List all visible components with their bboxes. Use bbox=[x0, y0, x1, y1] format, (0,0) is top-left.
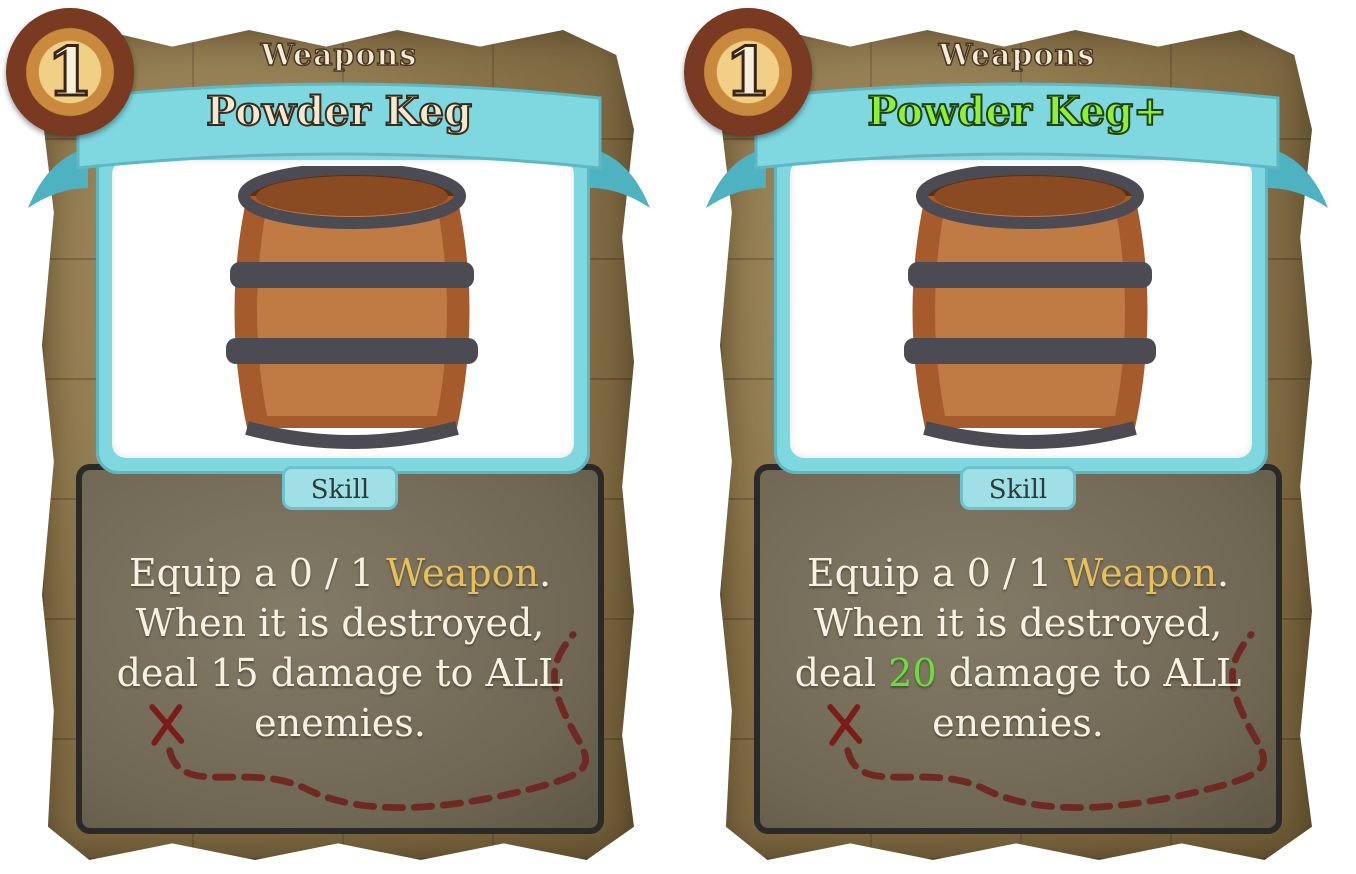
card-powder-keg[interactable]: 1 Weapons Powder Keg Skill Equip a 0 / 1… bbox=[0, 0, 678, 874]
card-description: Equip a 0 / 1 Weapon. When it is destroy… bbox=[76, 548, 604, 748]
desc-text: damage to ALL bbox=[258, 651, 564, 695]
card-description: Equip a 0 / 1 Weapon. When it is destroy… bbox=[754, 548, 1282, 748]
damage-value: 15 bbox=[210, 651, 259, 695]
cost-orb-icon: 1 bbox=[6, 8, 134, 136]
damage-value: 20 bbox=[888, 651, 937, 695]
card-kind-tag: Skill bbox=[282, 466, 398, 510]
desc-text: When it is destroyed, bbox=[135, 601, 545, 645]
keyword-weapon[interactable]: Weapon bbox=[386, 551, 539, 595]
desc-text: . bbox=[1216, 551, 1230, 595]
desc-text: enemies. bbox=[932, 701, 1104, 745]
desc-text: deal bbox=[116, 651, 211, 695]
desc-text: When it is destroyed, bbox=[813, 601, 1223, 645]
desc-text: . bbox=[538, 551, 552, 595]
cost-value: 1 bbox=[46, 33, 95, 111]
cost-orb-icon: 1 bbox=[684, 8, 812, 136]
card-kind-tag: Skill bbox=[960, 466, 1076, 510]
card-powder-keg-plus[interactable]: 1 Weapons Powder Keg+ Skill Equip a 0 / … bbox=[678, 0, 1356, 874]
desc-text: enemies. bbox=[254, 701, 426, 745]
desc-text: Equip a 0 / 1 bbox=[128, 551, 387, 595]
cost-value: 1 bbox=[724, 33, 773, 111]
keyword-weapon[interactable]: Weapon bbox=[1064, 551, 1217, 595]
desc-text: damage to ALL bbox=[936, 651, 1242, 695]
desc-text: Equip a 0 / 1 bbox=[806, 551, 1065, 595]
desc-text: deal bbox=[794, 651, 889, 695]
